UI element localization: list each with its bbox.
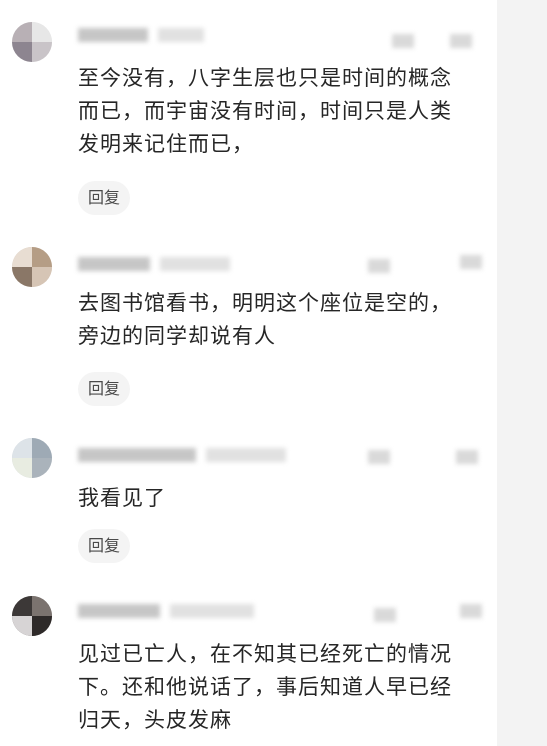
like-icon[interactable] (374, 608, 396, 622)
reply-button[interactable]: 回复 (78, 181, 130, 215)
comment-item: 至今没有，八字生层也只是时间的概念 而已，而宇宙没有时间，时间只是人类 发明来记… (0, 0, 497, 225)
comment-list: 至今没有，八字生层也只是时间的概念 而已，而宇宙没有时间，时间只是人类 发明来记… (0, 0, 497, 746)
meta-blurred (206, 448, 286, 462)
avatar[interactable] (12, 247, 52, 287)
reply-button[interactable]: 回复 (78, 372, 130, 406)
meta-blurred (160, 257, 230, 271)
comment-text: 去图书馆看书，明明这个座位是空的， 旁边的同学却说有人 (78, 291, 452, 348)
username-blurred[interactable] (78, 28, 148, 42)
like-icon[interactable] (368, 450, 390, 464)
comment-item: 我看见了 回复 (0, 420, 497, 580)
avatar[interactable] (12, 438, 52, 478)
more-icon[interactable] (456, 450, 478, 464)
username-blurred[interactable] (78, 257, 150, 271)
comment-text: 至今没有，八字生层也只是时间的概念 而已，而宇宙没有时间，时间只是人类 发明来记… (78, 66, 452, 156)
comment-text: 见过已亡人，在不知其已经死亡的情况 下。还和他说话了，事后知道人早已经 归天，头… (78, 642, 452, 732)
more-icon[interactable] (450, 34, 472, 48)
like-icon[interactable] (368, 259, 390, 273)
comment-item: 见过已亡人，在不知其已经死亡的情况 下。还和他说话了，事后知道人早已经 归天，头… (0, 580, 497, 746)
page-margin (497, 0, 547, 746)
avatar[interactable] (12, 22, 52, 62)
comment-item: 去图书馆看书，明明这个座位是空的， 旁边的同学却说有人 回复 (0, 225, 497, 420)
username-blurred[interactable] (78, 448, 196, 462)
meta-blurred (158, 28, 204, 42)
username-blurred[interactable] (78, 604, 160, 618)
meta-blurred (170, 604, 254, 618)
comment-text: 我看见了 (78, 486, 166, 510)
reply-button[interactable]: 回复 (78, 529, 130, 563)
like-icon[interactable] (392, 34, 414, 48)
more-icon[interactable] (460, 604, 482, 618)
avatar[interactable] (12, 596, 52, 636)
more-icon[interactable] (460, 255, 482, 269)
